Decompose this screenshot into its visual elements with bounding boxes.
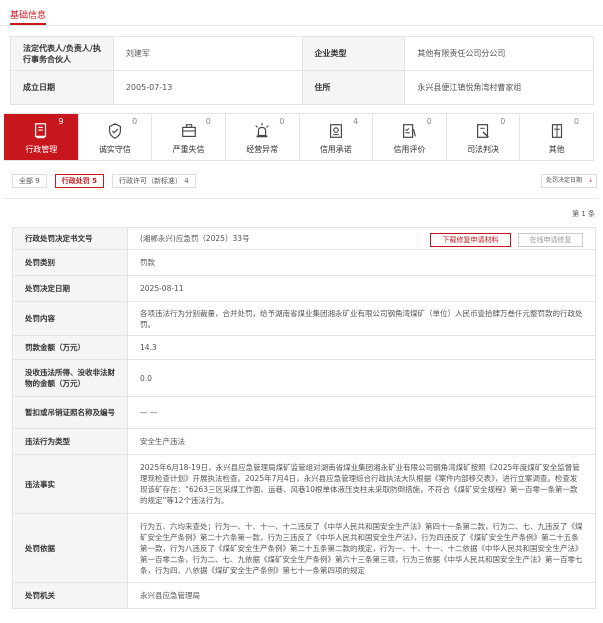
fine-amount-value: 14.3 xyxy=(127,335,596,360)
violation-type-label: 违法行为类型 xyxy=(12,428,128,455)
tab-other[interactable]: 0 其他 xyxy=(519,114,593,160)
tab-label: 诚实守信 xyxy=(98,145,131,154)
decision-date-label: 处罚决定日期 xyxy=(12,275,128,302)
tab-credit-evaluation[interactable]: 0 信用评价 xyxy=(372,114,446,160)
basic-info-table: 法定代表人/负责人/执行事务合伙人 刘建军 企业类型 其他有限责任公司分公司 成… xyxy=(10,36,594,105)
record-filter-bar: 全部 9 行政处罚 5 行政许可（新标准） 4 xyxy=(12,174,196,188)
license-suspension-value: — — xyxy=(127,396,596,429)
tab-count: 0 xyxy=(500,117,506,126)
tab-judicial-judgment[interactable]: 0 司法判决 xyxy=(445,114,520,160)
tab-serious-dishonesty[interactable]: 0 严重失信 xyxy=(151,114,225,160)
table-row: 违法事实 2025年6月18-19日，永兴县应急管理局煤矿监管组对湖南省煤业集团… xyxy=(12,454,596,514)
penalty-authority-label: 处罚机关 xyxy=(12,582,128,609)
certificate-icon xyxy=(329,124,342,138)
filter-admin-license[interactable]: 行政许可（新标准） 4 xyxy=(112,174,196,188)
tab-count: 4 xyxy=(353,117,359,126)
tab-label: 信用评价 xyxy=(393,145,426,154)
penalty-category-label: 处罚类别 xyxy=(12,249,128,276)
tab-count: 0 xyxy=(132,117,138,126)
table-row: 处罚类别 罚款 xyxy=(12,249,596,276)
basic-info-row: 法定代表人/负责人/执行事务合伙人 刘建军 企业类型 其他有限责任公司分公司 xyxy=(10,36,594,71)
sort-dropdown[interactable]: 处罚决定日期 ⇣ xyxy=(541,174,597,188)
credit-category-tabs: 9 行政管理 0 诚实守信 0 严重失信 0 经营异常 4 信用承诺 0 信用评… xyxy=(4,113,594,161)
penalty-basis-value: 行为五、六均来查处；行为一、十、十一、十二违反了《中华人民共和国安全生产法》第四… xyxy=(127,513,596,583)
tab-count: 0 xyxy=(573,117,579,126)
penalty-authority-value: 永兴县应急管理局 xyxy=(127,582,596,609)
section-title: 基础信息 xyxy=(10,11,47,21)
fine-amount-label: 罚款金额（万元） xyxy=(12,335,128,360)
checklist-pen-icon xyxy=(403,124,417,138)
sort-arrow-icon: ⇣ xyxy=(587,177,593,184)
table-row: 处罚机关 永兴县应急管理局 xyxy=(12,582,596,609)
address-label: 住所 xyxy=(301,70,406,105)
content-divider xyxy=(4,198,598,199)
tab-abnormal-operation[interactable]: 0 经营异常 xyxy=(224,114,299,160)
tab-label: 司法判决 xyxy=(467,145,500,154)
founded-date-value: 2005-07-13 xyxy=(112,70,303,105)
table-row: 处罚内容 各项违法行为分别裁量，合并处罚，给予湖南省煤业集团湘永矿业有限公司钢角… xyxy=(12,301,596,336)
table-row: 处罚决定日期 2025-08-11 xyxy=(12,275,596,302)
tab-credit-commitment[interactable]: 4 信用承诺 xyxy=(298,114,373,160)
penalty-content-value: 各项违法行为分别裁量，合并处罚，给予湖南省煤业集团湘永矿业有限公司钢角湾煤矿（单… xyxy=(127,301,596,336)
tab-label: 信用承诺 xyxy=(319,145,352,154)
gavel-doc-icon xyxy=(477,124,489,138)
company-type-label: 企业类型 xyxy=(301,36,406,71)
confiscation-amount-value: 0.0 xyxy=(127,359,596,397)
decision-date-value: 2025-08-11 xyxy=(127,275,596,302)
basic-info-row: 成立日期 2005-07-13 住所 永兴县便江镇悦角湾村曹家组 xyxy=(10,70,594,105)
penalty-detail-table: 行政处罚决定书文号 (湘郴永兴)应急罚（2025）33号 处罚类别 罚款 处罚决… xyxy=(12,227,596,609)
folder-icon xyxy=(551,124,562,138)
alarm-light-icon xyxy=(255,122,269,138)
penalty-basis-label: 处罚依据 xyxy=(12,513,128,583)
tab-label: 行政管理 xyxy=(25,145,58,154)
table-row: 暂扣或吊销证照名称及编号 — — xyxy=(12,396,596,429)
violation-facts-label: 违法事实 xyxy=(12,454,128,514)
penalty-content-label: 处罚内容 xyxy=(12,301,128,336)
legal-rep-value: 刘建军 xyxy=(112,36,303,71)
section-divider xyxy=(0,25,603,26)
tab-count: 0 xyxy=(279,117,285,126)
table-row: 违法行为类型 安全生产违法 xyxy=(12,428,596,455)
filter-admin-penalty[interactable]: 行政处罚 5 xyxy=(54,174,105,188)
tab-count: 9 xyxy=(58,117,64,126)
tab-honesty[interactable]: 0 诚实守信 xyxy=(77,114,152,160)
violation-facts-value: 2025年6月18-19日，永兴县应急管理局煤矿监管组对湖南省煤业集团湘永矿业有… xyxy=(127,454,596,514)
online-repair-button[interactable]: 在线申请修复 xyxy=(518,233,583,247)
download-repair-material-button[interactable]: 下载修复申请材料 xyxy=(430,233,511,247)
founded-date-label: 成立日期 xyxy=(10,70,114,105)
tab-admin-management[interactable]: 9 行政管理 xyxy=(4,114,78,160)
table-row: 没收违法所得、没收非法财物的金额（万元） 0.0 xyxy=(12,359,596,397)
legal-rep-label: 法定代表人/负责人/执行事务合伙人 xyxy=(10,36,114,71)
tab-count: 0 xyxy=(205,117,211,126)
briefcase-icon xyxy=(181,124,196,137)
license-suspension-label: 暂扣或吊销证照名称及编号 xyxy=(12,396,128,429)
confiscation-amount-label: 没收违法所得、没收非法财物的金额（万元） xyxy=(12,359,128,397)
company-type-value: 其他有限责任公司分公司 xyxy=(404,36,594,71)
table-row: 处罚依据 行为五、六均来查处；行为一、十、十一、十二违反了《中华人民共和国安全生… xyxy=(12,513,596,583)
tab-count: 0 xyxy=(426,117,432,126)
penalty-category-value: 罚款 xyxy=(127,249,596,276)
tab-label: 其他 xyxy=(548,145,565,154)
tab-label: 经营异常 xyxy=(246,145,279,154)
table-row: 罚款金额（万元） 14.3 xyxy=(12,335,596,360)
doc-number-label: 行政处罚决定书文号 xyxy=(12,227,128,250)
tab-label: 严重失信 xyxy=(172,145,205,154)
address-value: 永兴县便江镇悦角湾村曹家组 xyxy=(404,70,594,105)
record-pager: 第 1 条 xyxy=(572,210,595,218)
shield-hand-icon xyxy=(108,123,121,139)
filter-all[interactable]: 全部 9 xyxy=(12,174,47,188)
violation-type-value: 安全生产违法 xyxy=(127,428,596,455)
document-stamp-icon xyxy=(35,123,47,139)
